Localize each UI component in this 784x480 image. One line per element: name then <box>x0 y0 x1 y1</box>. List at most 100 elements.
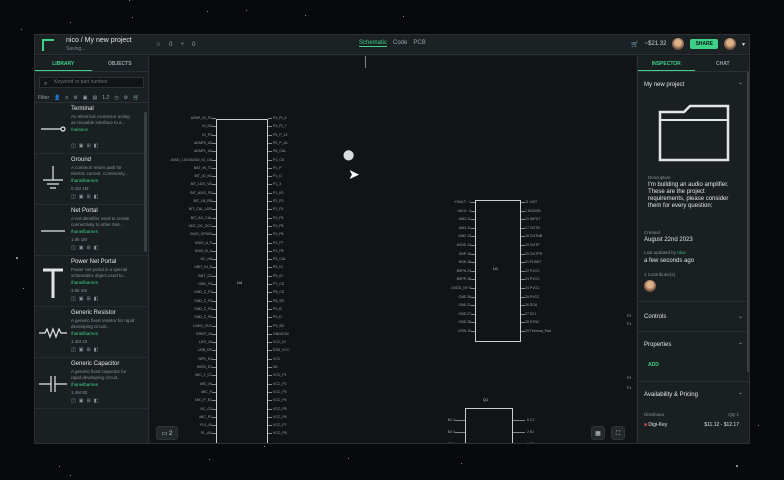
pin-line <box>268 167 272 169</box>
star-dot <box>403 16 404 17</box>
contributor-avatar[interactable] <box>644 280 656 292</box>
breadcrumb[interactable]: nico / My new project <box>66 37 132 45</box>
chevron-up-icon[interactable]: ⌃ <box>738 392 743 399</box>
controls-title: Controls <box>644 314 667 320</box>
library-item-author[interactable]: /haneilbarnes <box>71 178 98 183</box>
pin-line <box>268 333 272 335</box>
tab-inspector[interactable]: INSPECTOR <box>638 56 695 71</box>
tab-pcb[interactable]: PCB <box>413 40 425 47</box>
chip-u1[interactable]: U1 <box>475 200 521 342</box>
star-dot <box>59 466 60 467</box>
pin-line <box>471 331 475 332</box>
pin-line <box>521 262 525 264</box>
tab-library[interactable]: LIBRARY <box>35 56 92 71</box>
library-item-actions[interactable]: ◫▣⊞◧ <box>71 398 101 404</box>
pin-line <box>455 420 465 421</box>
chevron-down-icon[interactable]: ▾ <box>742 41 745 48</box>
tab-code[interactable]: Code <box>393 40 407 47</box>
pin-line <box>521 279 525 281</box>
filter-stack-icon[interactable]: ≡ <box>65 95 68 101</box>
library-item-actions[interactable]: ◫▣⊞◧ <box>71 245 101 251</box>
star-icon[interactable]: ☆ <box>156 41 161 48</box>
pin-label: MIC_P_E1 <box>195 398 212 403</box>
add-property-button[interactable]: ADD <box>648 362 659 368</box>
filter-number-icon[interactable]: 1.2 <box>102 95 109 101</box>
schematic-canvas[interactable]: U4 U1 Q1 ⬤ ➤ ▭ 2 ▦ ⛶ ASNP_IN_P1 IO_N2 IO_P… <box>150 56 636 443</box>
pin-line <box>268 118 272 119</box>
fullscreen-button[interactable]: ⛶ <box>611 426 625 440</box>
library-item-author[interactable]: /haneilbarnes <box>71 382 98 387</box>
pin-label: IO_N2 <box>201 124 212 129</box>
comments-button[interactable]: ▭ 2 <box>156 426 178 440</box>
library-item-author[interactable]: /nelance <box>71 127 88 132</box>
pin-line <box>212 425 216 427</box>
library-item[interactable]: Net Portal A net identifier used to crea… <box>35 205 148 256</box>
description-label: Description <box>648 175 671 180</box>
pin-label: MOSI_E1 <box>196 365 212 369</box>
filter-clock-icon[interactable]: ◷ <box>114 95 118 101</box>
chip-u4[interactable]: U4 <box>216 119 268 443</box>
pin-line <box>268 209 272 211</box>
pin-label: 17 OUTN <box>525 225 540 230</box>
filter-settings-icon[interactable]: ⚙ <box>124 95 128 101</box>
pin-label: NC <box>273 365 279 369</box>
project-stats: ☆ 0 ⑂ 0 <box>156 41 196 49</box>
fit-view-button[interactable]: ▦ <box>591 426 605 440</box>
library-item[interactable]: Terminal An electrical connector acting … <box>35 103 148 154</box>
library-scrollbar[interactable] <box>144 112 147 252</box>
tab-chat[interactable]: CHAT <box>695 56 750 71</box>
chevron-up-icon[interactable]: ⌃ <box>738 342 743 349</box>
avatar[interactable] <box>672 38 685 50</box>
description-text[interactable]: I'm building an audio amplifier. These a… <box>648 182 730 210</box>
filter-gear-icon[interactable]: ⚙ <box>73 95 77 101</box>
pin-label: 26 SDA <box>525 303 538 308</box>
chevron-up-icon[interactable]: ⌃ <box>738 82 743 89</box>
library-item-author[interactable]: /haneilbarnes <box>71 331 98 336</box>
chevron-down-icon[interactable]: ⌄ <box>738 302 743 332</box>
controls-section[interactable]: Controls ⌄ <box>638 302 749 332</box>
logo-icon[interactable] <box>42 38 54 51</box>
filter-label: Filter <box>38 94 50 101</box>
pin-label: ADC_DC_DC1 <box>188 223 212 228</box>
library-item[interactable]: Generic Capacitor A generic fixed capaci… <box>35 358 148 409</box>
chip-q1-label: Q1 <box>483 397 489 402</box>
pin-label: GND_Z_F3 <box>194 290 212 295</box>
library-item-author[interactable]: /haneilbarnes <box>71 229 98 234</box>
pin-label: 6 C2 <box>527 418 535 422</box>
updated-by-user[interactable]: nico <box>677 250 685 255</box>
library-item[interactable]: Ground A common return path for electric… <box>35 154 148 205</box>
pin-label: 11 LINT <box>525 200 538 204</box>
filter-box-icon[interactable]: ▣ <box>83 95 88 101</box>
pin-label: BAT_IN_T1 <box>193 165 212 170</box>
library-item[interactable]: Power Net Portal Power net portal is a s… <box>35 256 148 307</box>
search-input[interactable]: ⌕ Keyword or part number <box>39 77 144 88</box>
pin-label: P5_P_A1 <box>273 140 288 145</box>
pin-label: BIT_CAL_LDR <box>188 207 212 212</box>
fork-icon[interactable]: ⑂ <box>180 42 184 48</box>
pin-line <box>521 322 525 324</box>
library-item-actions[interactable]: ◫▣⊞◧ <box>71 143 101 149</box>
filter-cart-icon[interactable]: 🛒 <box>133 95 139 101</box>
library-item[interactable]: Generic Resistor A generic fixed resisto… <box>35 307 148 358</box>
filter-user-icon[interactable]: 👤 <box>54 95 60 101</box>
pin-line <box>212 151 216 153</box>
distributor-row[interactable]: ■ Digi-Key <box>644 422 667 428</box>
pin-line <box>268 184 272 186</box>
library-item-actions[interactable]: ◫▣⊞◧ <box>71 194 101 200</box>
wire <box>365 56 366 68</box>
pin-line <box>268 259 272 261</box>
library-item-author[interactable]: /haneilbarnes <box>71 280 98 285</box>
share-button[interactable]: SHARE <box>690 39 718 49</box>
created-value: August 22nd 2023 <box>644 237 693 243</box>
pin-line <box>212 300 216 302</box>
pin-label: NPR_K4 <box>198 356 212 361</box>
library-item-actions[interactable]: ◫▣⊞◧ <box>71 347 101 353</box>
tab-schematic[interactable]: Schematic <box>359 40 388 47</box>
tab-objects[interactable]: OBJECTS <box>92 56 149 71</box>
inspector-scrollbar[interactable] <box>747 72 749 372</box>
cart-icon[interactable]: 🛒 <box>631 41 638 48</box>
filter-chip-icon[interactable]: ▤ <box>93 95 98 101</box>
library-item-actions[interactable]: ◫▣⊞◧ <box>71 296 101 302</box>
chip-q1[interactable] <box>465 408 513 443</box>
user-avatar[interactable] <box>723 38 736 50</box>
